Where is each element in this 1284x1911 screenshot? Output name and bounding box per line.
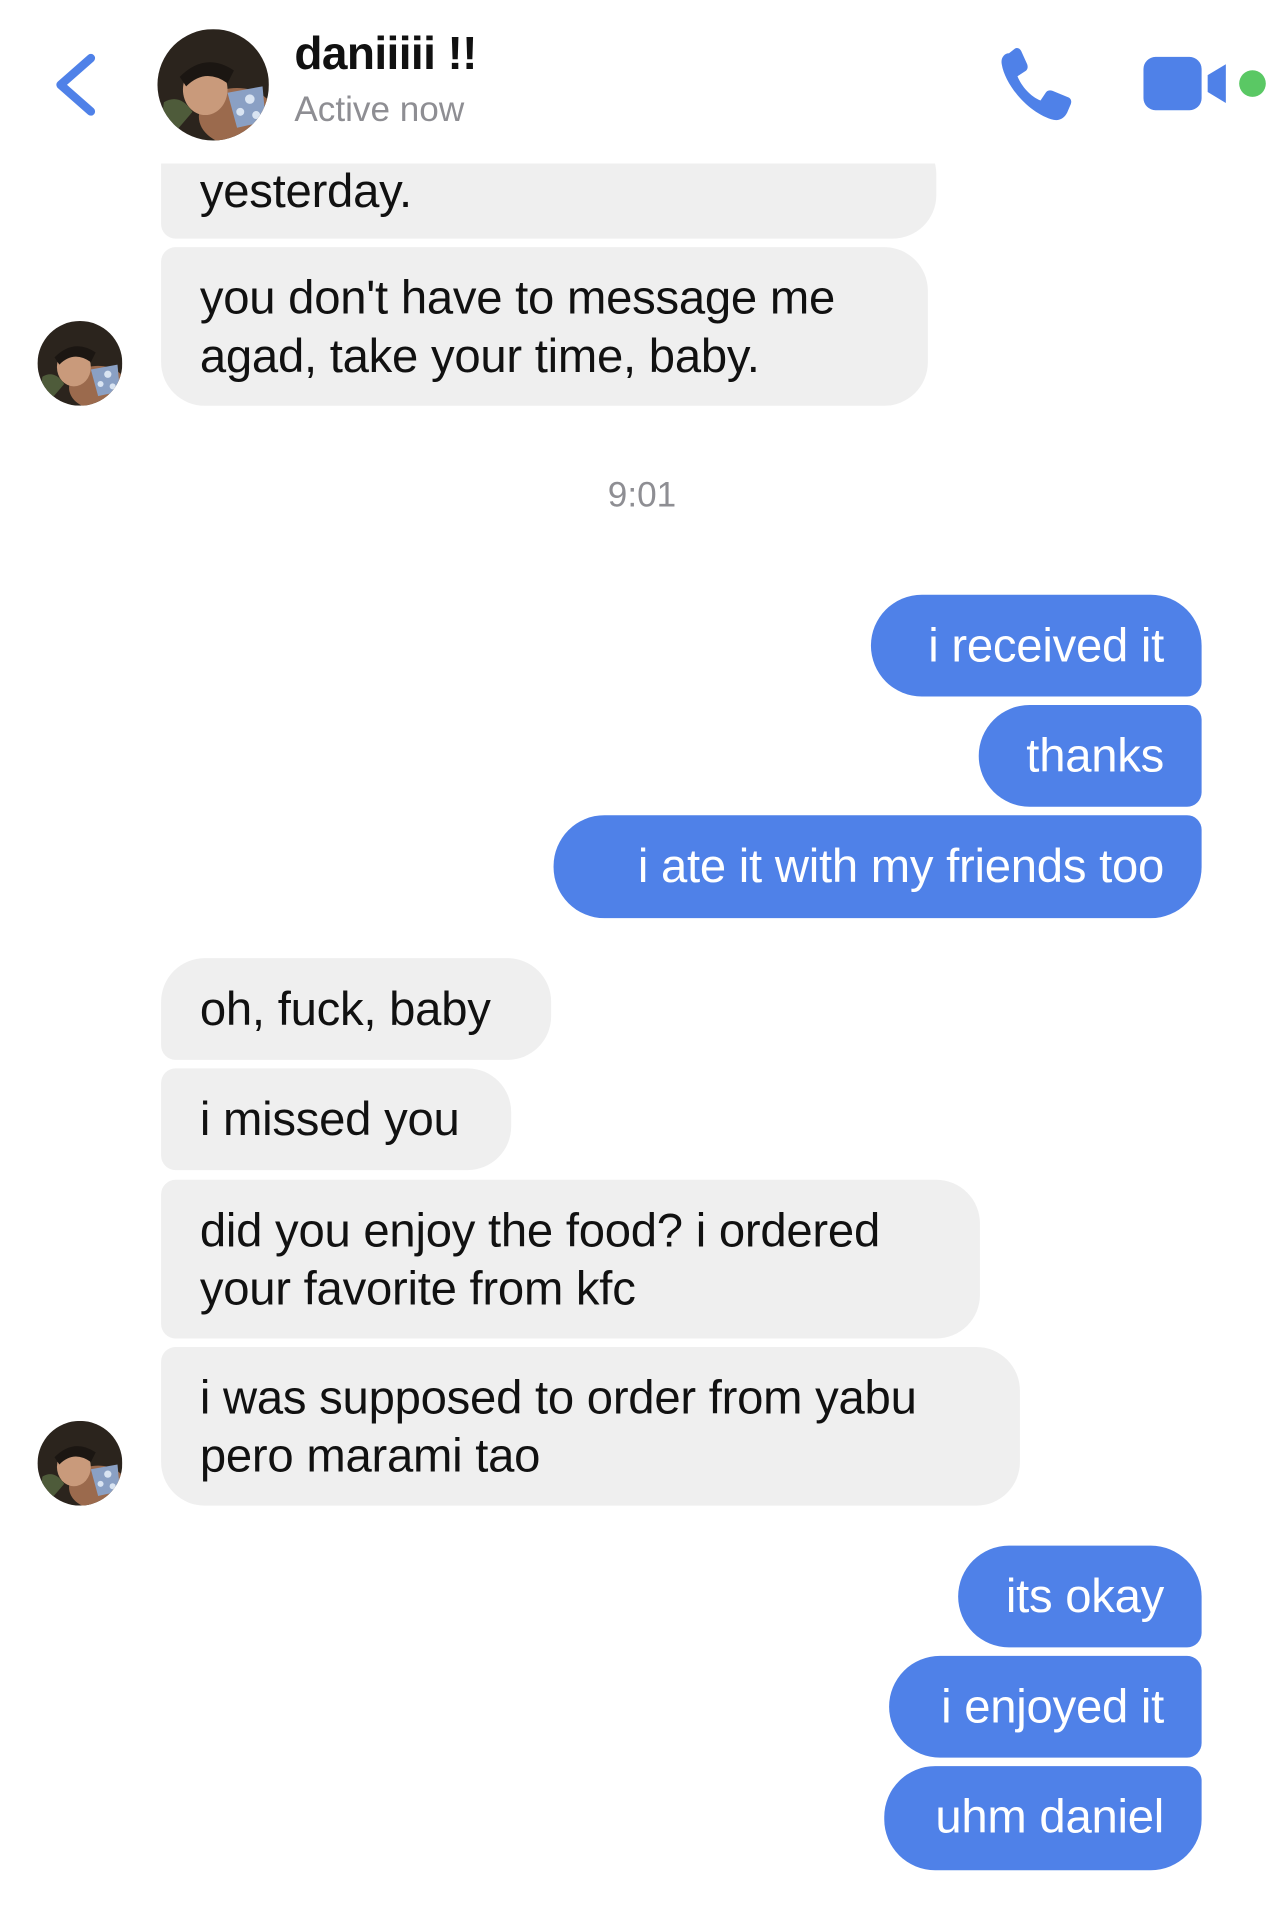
contact-avatar[interactable] [37, 1420, 123, 1506]
active-status: Active now [294, 90, 465, 130]
contact-name[interactable]: daniiiii !! [294, 29, 477, 81]
back-button[interactable] [48, 48, 106, 121]
message-bubble-incoming[interactable]: i was supposed to order from yabu pero m… [161, 1346, 1020, 1506]
message-bubble-outgoing[interactable]: i received it [870, 594, 1202, 697]
message-bubble-outgoing[interactable]: thanks [978, 704, 1202, 807]
avatar-photo [37, 1420, 123, 1506]
message-bubble-outgoing[interactable]: i enjoyed it [889, 1655, 1202, 1758]
phone-icon [1001, 47, 1072, 121]
chat-header: daniiiii !! Active now [0, 0, 1284, 164]
avatar-photo [157, 29, 269, 141]
contact-avatar[interactable] [37, 320, 123, 406]
avatar-photo [37, 320, 123, 406]
chat-screen: yesterday. you don't have to message me … [0, 0, 1284, 1896]
message-timestamp: 9:01 [607, 476, 677, 515]
message-bubble-incoming[interactable]: oh, fuck, baby [161, 958, 552, 1060]
video-camera-icon [1143, 56, 1226, 111]
video-call-button[interactable] [1141, 55, 1233, 113]
message-bubble-outgoing[interactable]: i ate it with my friends too [553, 815, 1202, 919]
contact-avatar[interactable] [157, 29, 269, 141]
message-bubble-incoming[interactable]: did you enjoy the food? i ordered your f… [161, 1179, 980, 1339]
message-bubble-outgoing[interactable]: uhm daniel [884, 1766, 1202, 1871]
message-bubble-outgoing[interactable]: its okay [958, 1545, 1202, 1648]
voice-call-button[interactable] [997, 46, 1079, 126]
online-status-dot [1239, 70, 1266, 97]
message-bubble-incoming[interactable]: you don't have to message me agad, take … [161, 247, 928, 406]
message-bubble-incoming[interactable]: i missed you [161, 1068, 512, 1171]
chevron-left-icon [56, 53, 96, 116]
